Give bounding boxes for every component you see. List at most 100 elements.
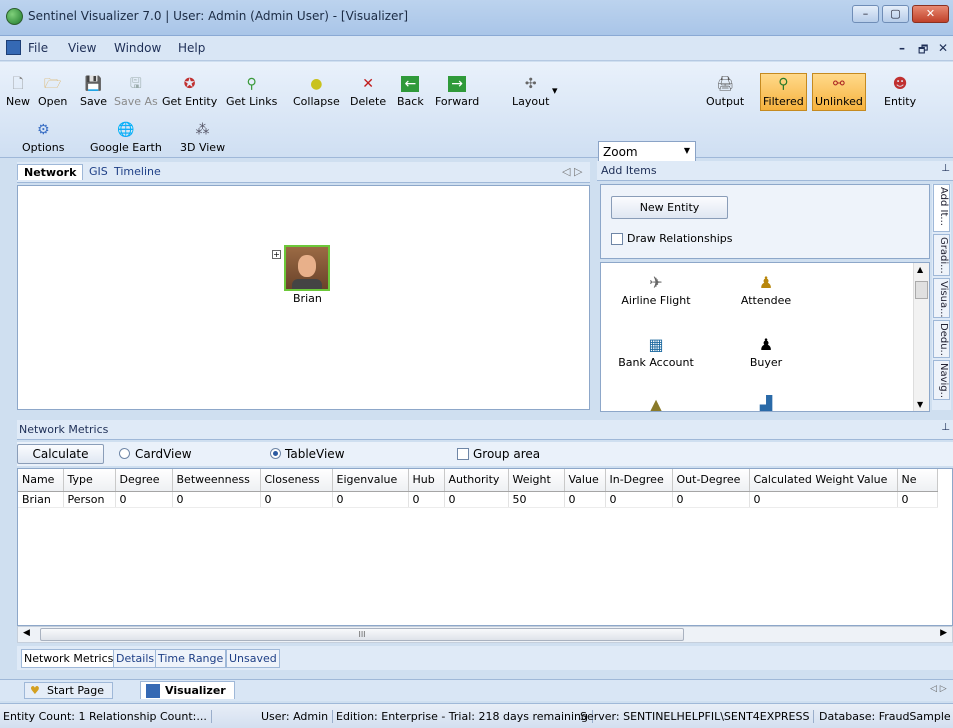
menu-view[interactable]: View xyxy=(68,41,96,55)
column-header[interactable]: Ne xyxy=(897,469,938,492)
table-header-row: Name Type Degree Betweenness Closeness E… xyxy=(18,469,938,492)
scroll-right-icon[interactable]: ▶ xyxy=(940,628,947,638)
column-header[interactable]: Hub xyxy=(408,469,445,492)
side-tab-deduce[interactable]: Dedu... xyxy=(933,320,950,358)
collapse-button[interactable]: ● Collapse xyxy=(293,76,340,108)
list-item-bank-account[interactable]: ▦ Bank Account xyxy=(601,335,711,369)
tab-network[interactable]: Network xyxy=(17,164,84,180)
column-header[interactable]: Type xyxy=(63,469,116,492)
new-button[interactable]: 🗋 New xyxy=(6,76,30,108)
side-tab-navigate[interactable]: Navig... xyxy=(933,360,950,400)
save-as-button[interactable]: 🖫 Save As xyxy=(114,76,158,108)
close-button[interactable]: ✕ xyxy=(912,5,949,23)
tab-network-metrics[interactable]: Network Metrics xyxy=(21,649,117,668)
horizontal-scrollbar[interactable]: ◀ III ▶ xyxy=(17,626,953,643)
vertical-scrollbar[interactable]: ▲ ▼ xyxy=(913,263,929,411)
3d-view-button[interactable]: ⁂ 3D View xyxy=(180,122,225,154)
status-bar: Entity Count: 1 Relationship Count:... U… xyxy=(0,703,953,728)
column-header[interactable]: Calculated Weight Value xyxy=(749,469,898,492)
status-database: Database: FraudSample xyxy=(819,710,951,723)
zoom-select[interactable]: Zoom ▼ xyxy=(598,141,696,163)
scroll-thumb[interactable]: III xyxy=(40,628,684,641)
list-item-airline-flight[interactable]: ✈ Airline Flight xyxy=(601,273,711,307)
status-entity-count: Entity Count: 1 Relationship Count:... xyxy=(3,710,212,723)
calculate-button[interactable]: Calculate xyxy=(17,444,104,464)
table-cell: 0 xyxy=(672,491,750,508)
network-canvas[interactable]: + Brian xyxy=(17,185,590,410)
draw-relationships-label: Draw Relationships xyxy=(627,232,733,245)
mdi-restore-button[interactable]: 🗗 xyxy=(918,41,928,60)
menu-window[interactable]: Window xyxy=(114,41,161,55)
filter-icon: ⚲ xyxy=(778,76,789,92)
scroll-left-icon[interactable]: ◀ xyxy=(23,628,30,638)
metrics-pin-icon[interactable]: ⊥ xyxy=(941,422,950,433)
column-header[interactable]: Name xyxy=(18,469,64,492)
tab-timeline[interactable]: Timeline xyxy=(114,165,161,178)
save-button[interactable]: 💾 Save xyxy=(80,76,107,108)
tab-gis[interactable]: GIS xyxy=(89,165,108,178)
side-tab-gradient[interactable]: Gradi... xyxy=(933,234,950,276)
tab-time-range[interactable]: Time Range xyxy=(155,649,227,668)
buyer-icon: ♟ xyxy=(758,335,774,354)
doc-tab-scroll-arrows[interactable]: ◁ ▷ xyxy=(930,684,947,694)
back-button[interactable]: ← Back xyxy=(397,76,424,108)
column-header[interactable]: Degree xyxy=(115,469,173,492)
table-row[interactable]: Brian Person 0 0 0 0 0 0 50 0 0 0 0 0 xyxy=(18,491,938,508)
tableview-radio[interactable] xyxy=(270,448,281,459)
side-tab-visual[interactable]: Visua... xyxy=(933,278,950,318)
table-cell: 0 xyxy=(172,491,261,508)
tab-unsaved[interactable]: Unsaved xyxy=(226,649,280,668)
pin-icon[interactable]: ⊥ xyxy=(941,163,950,174)
molecule-icon: ⁂ xyxy=(195,122,210,138)
app-menu-icon[interactable] xyxy=(6,40,21,55)
tab-visualizer[interactable]: Visualizer xyxy=(140,681,235,699)
list-item-attendee[interactable]: ♟ Attendee xyxy=(711,273,821,307)
entity-node-photo[interactable] xyxy=(284,245,330,291)
layout-icon: ✣ xyxy=(524,76,537,92)
tab-start-page[interactable]: ♥ Start Page xyxy=(24,682,113,699)
list-item-buyer[interactable]: ♟ Buyer xyxy=(711,335,821,369)
table-cell: 0 xyxy=(260,491,333,508)
group-area-checkbox[interactable] xyxy=(457,448,469,460)
column-header[interactable]: Authority xyxy=(444,469,509,492)
delete-button[interactable]: ✕ Delete xyxy=(350,76,386,108)
menu-help[interactable]: Help xyxy=(178,41,205,55)
unlinked-toggle[interactable]: ⚯ Unlinked xyxy=(812,73,866,111)
tab-scroll-arrows[interactable]: ◁ ▷ xyxy=(562,165,582,178)
maximize-button[interactable]: ▢ xyxy=(882,5,909,23)
side-tab-add-items[interactable]: Add It... xyxy=(933,184,950,232)
output-button[interactable]: 🖨 Output xyxy=(706,76,744,108)
get-entity-button[interactable]: ✪ Get Entity xyxy=(162,76,217,108)
layout-button[interactable]: ✣ Layout xyxy=(512,76,549,108)
column-header[interactable]: Weight xyxy=(508,469,565,492)
table-cell: 0 xyxy=(749,491,898,508)
table-cell: Person xyxy=(63,491,116,508)
google-earth-button[interactable]: 🌐 Google Earth xyxy=(90,122,162,154)
column-header[interactable]: Closeness xyxy=(260,469,333,492)
expand-node-button[interactable]: + xyxy=(272,250,281,259)
mdi-minimize-button[interactable]: – xyxy=(899,41,905,55)
filtered-toggle[interactable]: ⚲ Filtered xyxy=(760,73,807,111)
mdi-close-button[interactable]: ✕ xyxy=(938,41,948,55)
list-item-partial[interactable]: ▲ xyxy=(601,395,711,411)
list-item-partial-2[interactable]: ▟ xyxy=(711,395,821,411)
column-header[interactable]: Value xyxy=(564,469,606,492)
cardview-radio[interactable] xyxy=(119,448,130,459)
layout-dropdown-arrow[interactable]: ▾ xyxy=(552,84,558,97)
column-header[interactable]: In-Degree xyxy=(605,469,673,492)
draw-relationships-checkbox[interactable] xyxy=(611,233,623,245)
column-header[interactable]: Eigenvalue xyxy=(332,469,409,492)
visualizer-icon xyxy=(146,684,160,698)
new-entity-button[interactable]: New Entity xyxy=(611,196,728,219)
status-edition: Edition: Enterprise - Trial: 218 days re… xyxy=(336,710,593,723)
open-button[interactable]: 🗁 Open xyxy=(38,76,67,108)
options-button[interactable]: ⚙ Options xyxy=(22,122,64,154)
minimize-button[interactable]: – xyxy=(852,5,879,23)
column-header[interactable]: Out-Degree xyxy=(672,469,750,492)
menu-file[interactable]: File xyxy=(28,41,48,55)
tab-details[interactable]: Details xyxy=(113,649,158,668)
column-header[interactable]: Betweenness xyxy=(172,469,261,492)
entity-button[interactable]: ☻ Entity xyxy=(884,76,916,108)
forward-button[interactable]: → Forward xyxy=(435,76,479,108)
get-links-button[interactable]: ⚲ Get Links xyxy=(226,76,277,108)
